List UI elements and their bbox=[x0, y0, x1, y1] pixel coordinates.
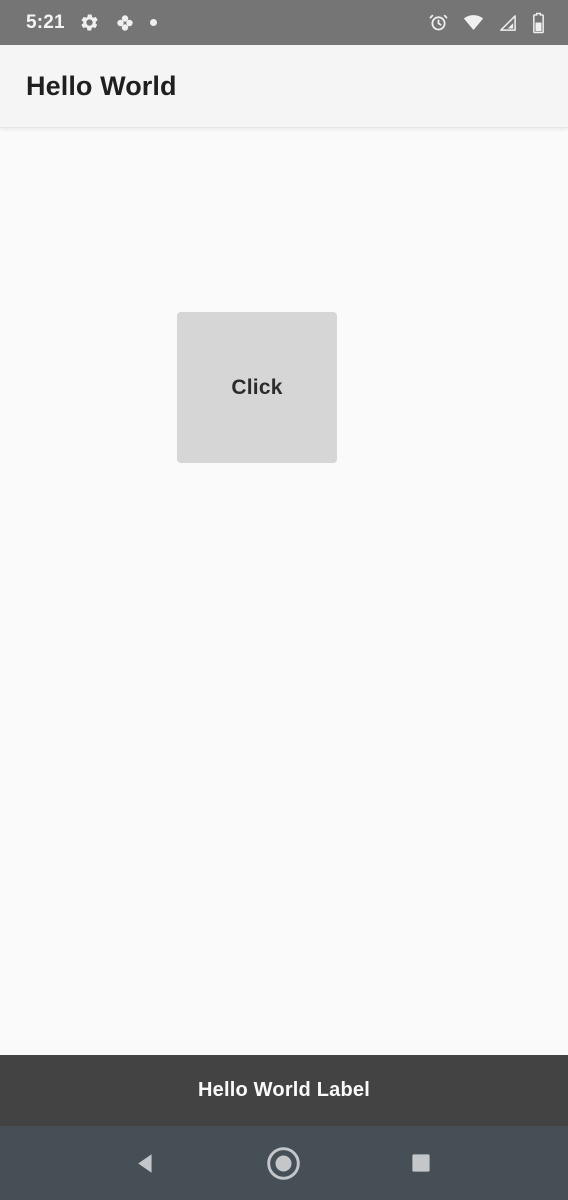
dot-icon bbox=[149, 19, 157, 26]
recents-square-icon bbox=[409, 1151, 433, 1175]
android-navigation-bar bbox=[0, 1126, 568, 1200]
back-triangle-icon bbox=[133, 1150, 160, 1177]
home-button[interactable] bbox=[256, 1135, 312, 1191]
app-bar: Hello World bbox=[0, 45, 568, 128]
battery-icon bbox=[531, 12, 546, 34]
status-bar: 5:21 bbox=[0, 0, 568, 45]
status-bar-clock: 5:21 bbox=[26, 12, 65, 33]
phone-screen: 5:21 Hello World Click Hello World Label bbox=[0, 0, 568, 1200]
main-content: Click bbox=[0, 128, 568, 1055]
status-bar-left-group: 5:21 bbox=[26, 12, 428, 34]
back-button[interactable] bbox=[119, 1135, 175, 1191]
page-title: Hello World bbox=[26, 70, 177, 101]
bottom-label-bar: Hello World Label bbox=[0, 1055, 568, 1126]
click-button[interactable]: Click bbox=[177, 312, 337, 463]
atom-icon bbox=[114, 12, 136, 34]
status-bar-right-group bbox=[428, 12, 546, 34]
wifi-icon bbox=[462, 12, 485, 33]
gear-icon bbox=[79, 12, 100, 33]
cellular-signal-icon bbox=[498, 13, 518, 33]
hello-world-label: Hello World Label bbox=[198, 1079, 370, 1101]
recents-button[interactable] bbox=[393, 1135, 449, 1191]
home-circle-icon bbox=[265, 1145, 302, 1182]
alarm-icon bbox=[428, 12, 449, 33]
